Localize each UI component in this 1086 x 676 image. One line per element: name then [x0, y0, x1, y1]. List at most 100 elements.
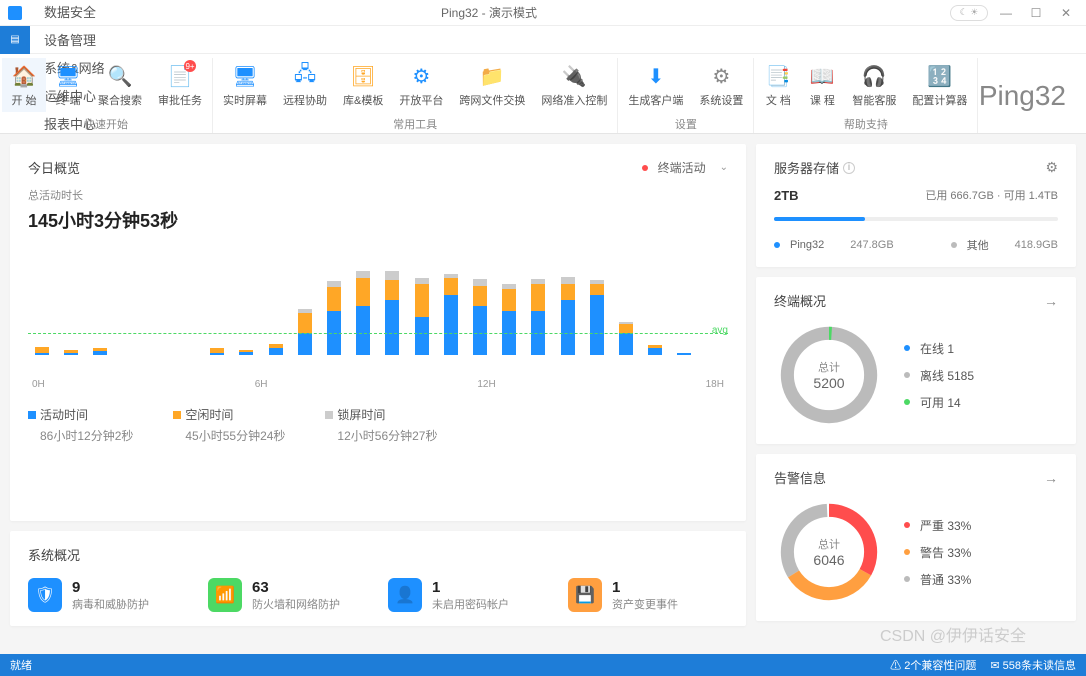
status-compat[interactable]: ⚠ 2个兼容性问题 [890, 657, 976, 673]
storage-used-label: 已用 666.7GB [925, 190, 993, 202]
ribbon-approval[interactable]: 📄9+ 审批任务 [150, 58, 210, 112]
ribbon-label: 库&模板 [343, 92, 383, 108]
storage-legend-item: 其他418.9GB [951, 237, 1058, 253]
bar-6 [207, 348, 227, 355]
bar-1 [61, 350, 81, 355]
status-unread[interactable]: ✉ 558条未读信息 [990, 657, 1076, 673]
ribbon-label: 配置计算器 [912, 92, 967, 108]
overview-card: 今日概览 终端活动 ⌄ 总活动时长 145小时3分钟53秒 avg 0H6H12… [10, 144, 746, 521]
ribbon-calculator[interactable]: 🔢 配置计算器 [904, 58, 975, 112]
sys-item[interactable]: 📶 63防火墙和网络防护 [208, 578, 368, 612]
nac-icon: 🔌 [560, 62, 588, 90]
sys-num: 9 [72, 579, 149, 596]
docs-icon: 📑 [764, 62, 792, 90]
sys-label: 防火墙和网络防护 [252, 596, 340, 612]
ribbon-label: 终 端 [55, 92, 80, 108]
ribbon-courses[interactable]: 📖课 程 [800, 58, 844, 112]
ribbon-gen-client[interactable]: ⬇ 生成客户端 [620, 58, 691, 112]
theme-toggle[interactable]: ☾ ☀ [950, 5, 988, 21]
bar-15 [470, 279, 490, 355]
terminal-center-value: 5200 [813, 375, 844, 391]
bar-11 [353, 271, 373, 355]
ribbon-label: 智能客服 [852, 92, 896, 108]
alerts-legend-item: 普通 33% [904, 571, 971, 588]
menu-item-3[interactable]: 数据安全 [30, 0, 119, 26]
legend-item: 锁屏时间12小时56分钟27秒 [325, 406, 437, 444]
ribbon-group-label: 常用工具 [393, 114, 437, 134]
terminal-legend-item: 可用 14 [904, 394, 974, 411]
terminal-icon: 🖥 [54, 62, 82, 90]
window-title: Ping32 - 演示模式 [28, 4, 950, 21]
sys-num: 63 [252, 579, 340, 596]
approval-icon: 📄9+ [166, 62, 194, 90]
ribbon-label: 开放平台 [399, 92, 443, 108]
remote-assist-icon: 🖧 [291, 62, 319, 90]
alerts-center-value: 6046 [813, 552, 844, 568]
ribbon-nac[interactable]: 🔌网络准入控制 [533, 58, 615, 112]
ribbon-label: 审批任务 [158, 92, 202, 108]
ribbon-realtime-screen[interactable]: 🖥实时屏幕 [215, 58, 275, 112]
bar-10 [324, 281, 344, 355]
calculator-icon: 🔢 [926, 62, 954, 90]
overview-title: 今日概览 [28, 158, 80, 177]
sys-item[interactable]: 👤1未启用密码帐户 [388, 578, 548, 612]
ribbon-sys-settings[interactable]: ⚙ 系统设置 [691, 58, 751, 112]
ribbon-terminal[interactable]: 🖥 终 端 [46, 58, 90, 112]
ribbon-remote-assist[interactable]: 🖧远程协助 [275, 58, 335, 112]
alerts-title: 告警信息 [774, 468, 826, 487]
info-icon[interactable]: i [843, 162, 855, 174]
search-icon: 🔍 [106, 62, 134, 90]
cross-file-icon: 📁 [478, 62, 506, 90]
legend-item: 活动时间86小时12分钟2秒 [28, 406, 133, 444]
open-platform-icon: ⚙ [407, 62, 435, 90]
ribbon-group-label: 帮助支持 [844, 114, 888, 134]
sys-icon: 👤 [388, 578, 422, 612]
axis-tick: 6H [255, 379, 268, 390]
ribbon-search[interactable]: 🔍聚合搜索 [90, 58, 150, 112]
arrow-right-icon[interactable]: → [1044, 470, 1058, 486]
bar-8 [266, 344, 286, 355]
ribbon-support[interactable]: 🎧 智能客服 [844, 58, 904, 112]
close-button[interactable]: ✕ [1054, 3, 1078, 23]
minimize-button[interactable]: — [994, 3, 1018, 23]
storage-free-label: 可用 1.4TB [1004, 190, 1058, 202]
menu-item-4[interactable]: 设备管理 [30, 26, 119, 54]
bar-12 [382, 271, 402, 355]
file-menu-icon[interactable]: ▤ [0, 26, 30, 54]
ribbon-label: 生成客户端 [628, 92, 683, 108]
gear-icon[interactable]: ⚙ [1045, 159, 1058, 176]
app-logo-icon [8, 6, 22, 20]
ribbon-label: 系统设置 [699, 92, 743, 108]
terminal-title: 终端概况 [774, 291, 826, 310]
gen-client-icon: ⬇ [642, 62, 670, 90]
storage-legend-item: Ping32247.8GB [774, 237, 894, 253]
sys-icon: 🛡 [28, 578, 62, 612]
sys-label: 资产变更事件 [612, 596, 678, 612]
badge: 9+ [184, 60, 196, 72]
bar-22 [674, 353, 694, 355]
sys-settings-icon: ⚙ [707, 62, 735, 90]
sys-num: 1 [432, 579, 509, 596]
ribbon-docs[interactable]: 📑 文 档 [756, 58, 800, 112]
ribbon-label: 文 档 [766, 92, 791, 108]
terminal-legend-item: 在线 1 [904, 340, 974, 357]
sys-item[interactable]: 🛡9病毒和威胁防护 [28, 578, 188, 612]
terminal-card: 终端概况 → 总计5200 在线 1离线 5185可用 14 [756, 277, 1076, 444]
bar-13 [412, 278, 432, 355]
support-icon: 🎧 [860, 62, 888, 90]
ribbon-open-platform[interactable]: ⚙ 开放平台 [391, 58, 451, 112]
chevron-down-icon: ⌄ [720, 162, 728, 173]
ribbon-cross-file[interactable]: 📁跨网文件交换 [451, 58, 533, 112]
ribbon-home[interactable]: 🏠开 始 [2, 58, 46, 112]
bar-21 [645, 345, 665, 355]
statusbar: 就绪 ⚠ 2个兼容性问题 ✉ 558条未读信息 [0, 654, 1086, 676]
alerts-legend-item: 严重 33% [904, 517, 971, 534]
sys-icon: 📶 [208, 578, 242, 612]
ribbon-lib-template[interactable]: 🗄库&模板 [335, 58, 391, 112]
axis-tick: 12H [477, 379, 495, 390]
arrow-right-icon[interactable]: → [1044, 293, 1058, 309]
overview-filter-dropdown[interactable]: 终端活动 ⌄ [642, 159, 728, 176]
titlebar: Ping32 - 演示模式 ☾ ☀ — ☐ ✕ [0, 0, 1086, 26]
maximize-button[interactable]: ☐ [1024, 3, 1048, 23]
sys-item[interactable]: 💾1资产变更事件 [568, 578, 728, 612]
